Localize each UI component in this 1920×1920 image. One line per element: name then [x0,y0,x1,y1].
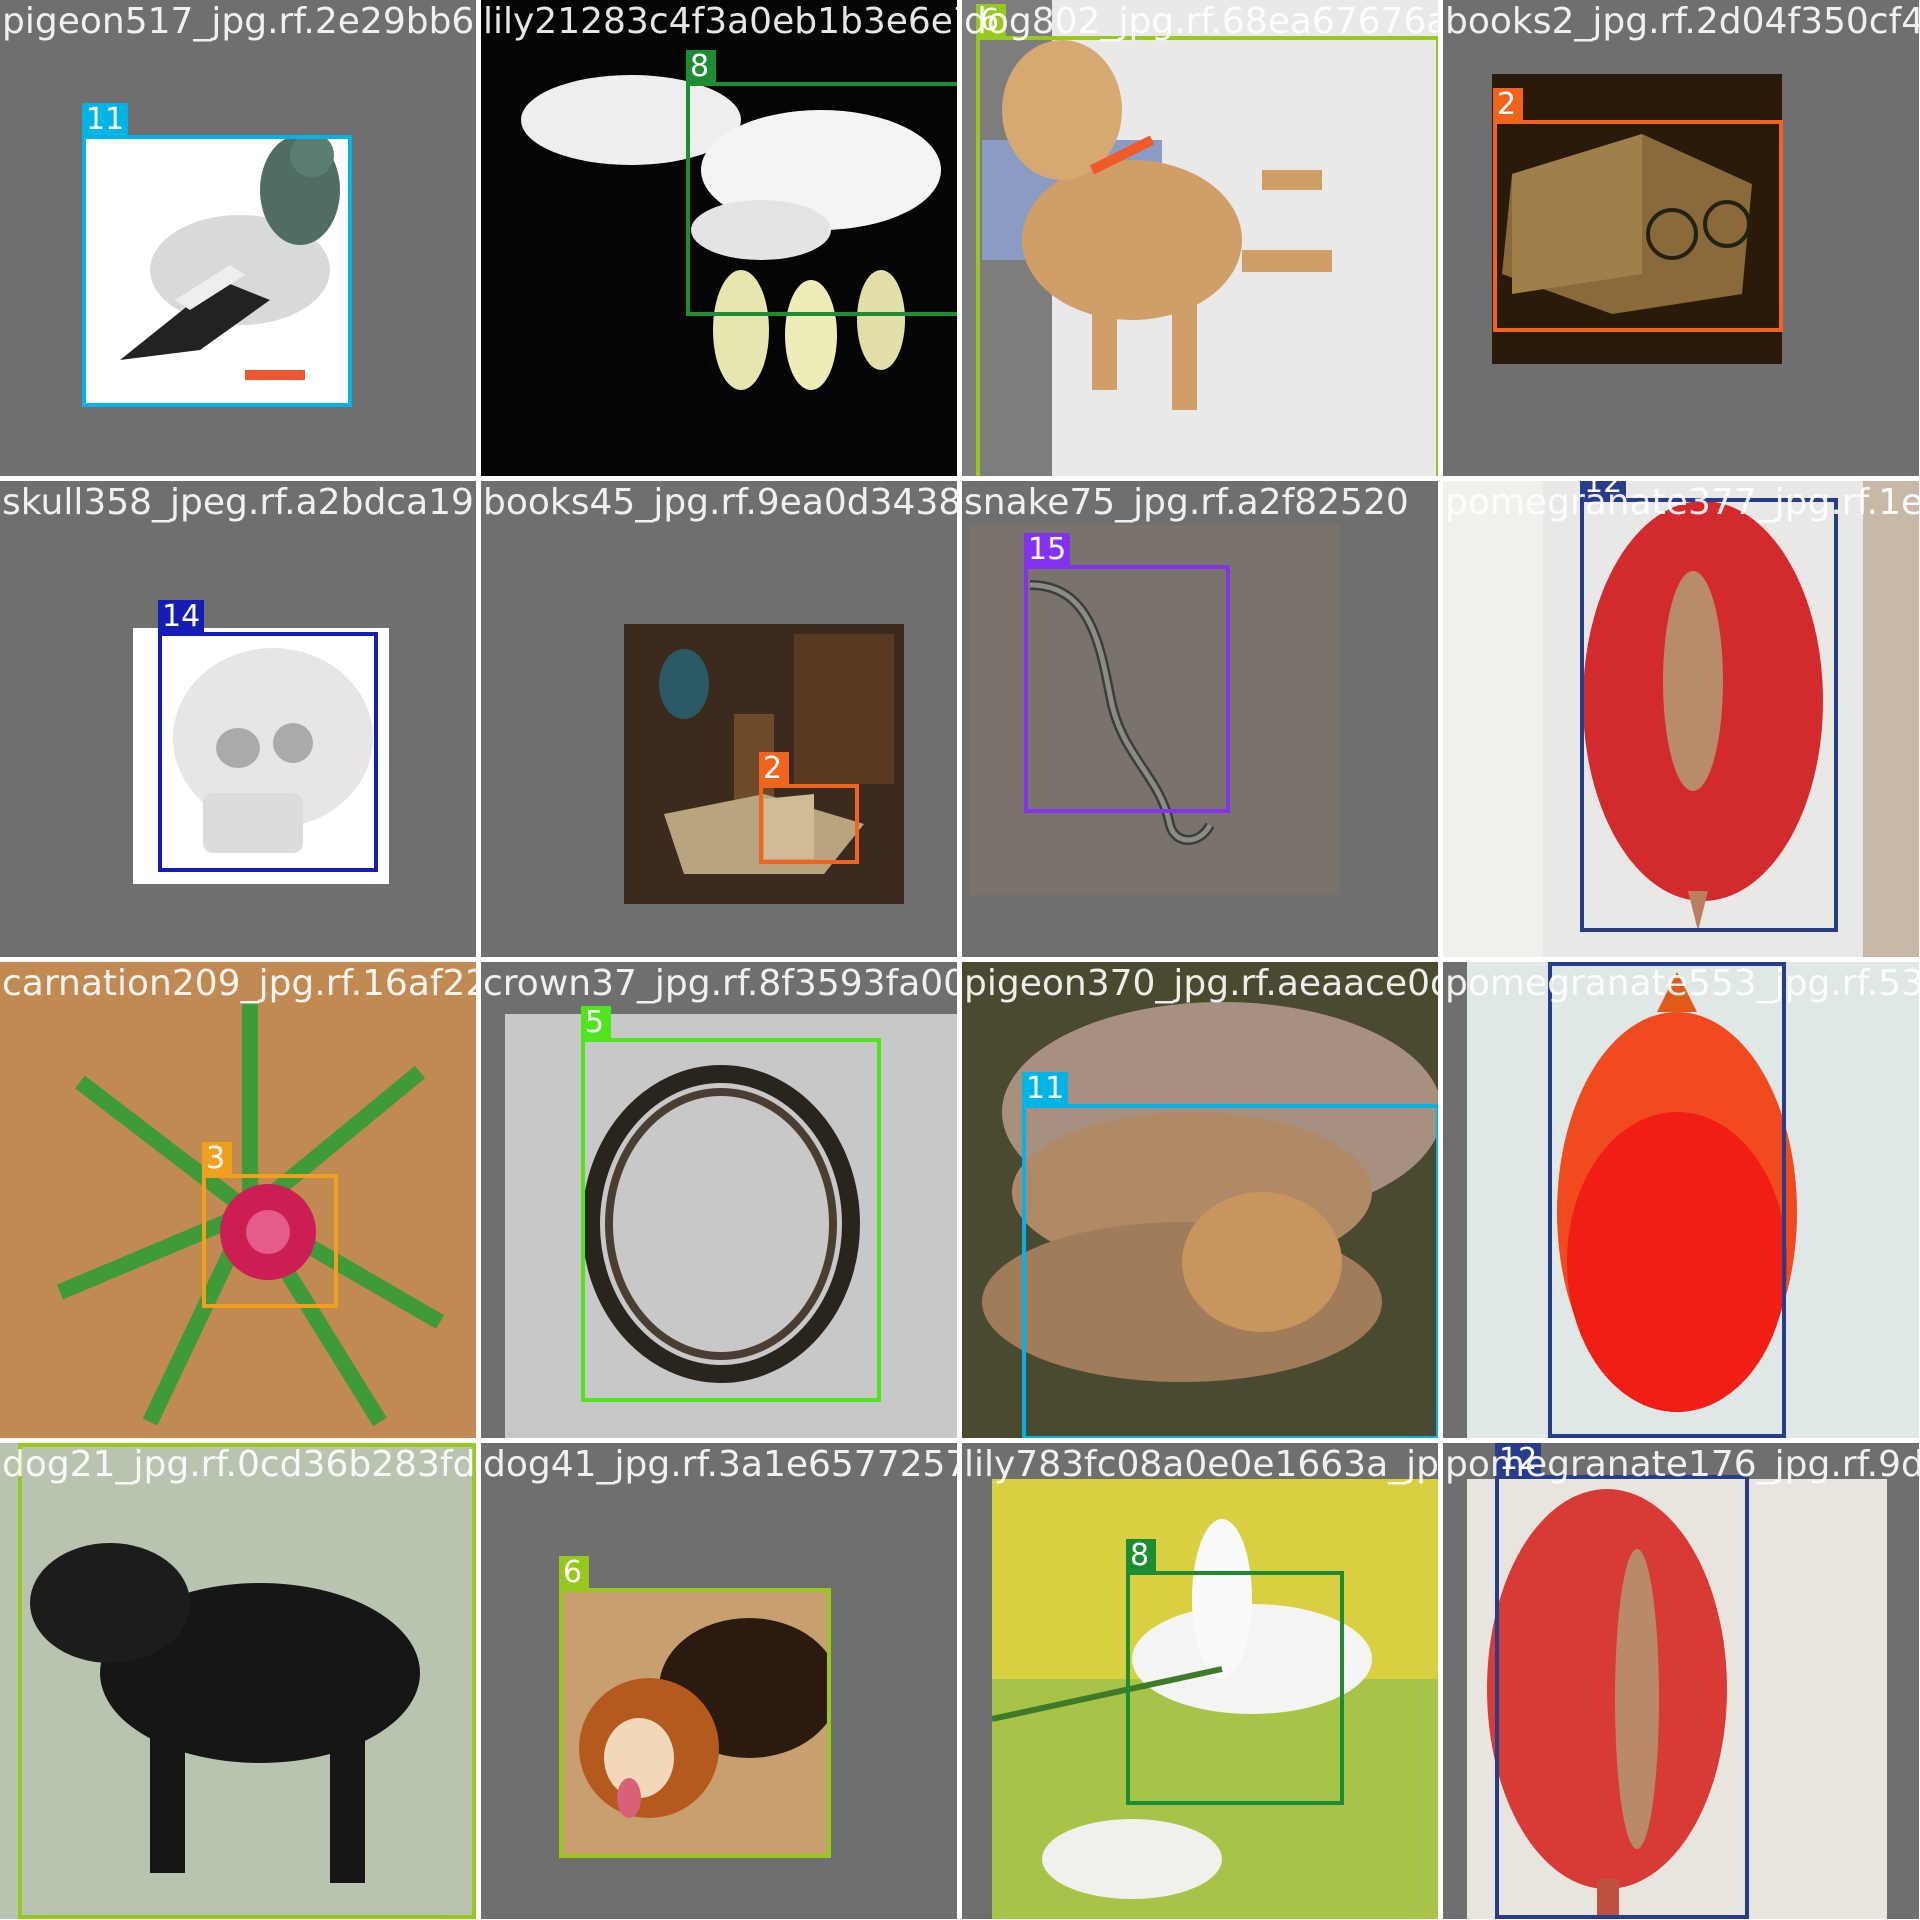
bbox-12: 12 [1548,962,1786,1438]
bbox-14: 14 [158,600,378,872]
class-label: 15 [1024,533,1071,567]
tile-5[interactable]: 14 skull358_jpeg.rf.a2bdca1954b0b9453725… [0,481,476,957]
filename: pigeon517_jpg.rf.2e29bb622a7703f9947ae90… [2,1,476,42]
bbox-11: 11 [1022,1072,1438,1438]
class-label: 2 [759,752,789,786]
class-label: 11 [1022,1072,1069,1106]
bbox-8: 8 [1126,1539,1344,1805]
filename: pomegranate377_jpg.rf.1e5 [1445,482,1919,523]
tile-2[interactable]: 8 lily21283c4f3a0eb1b3e6e7a6ffd5347 7e [481,0,957,476]
tile-7[interactable]: 15 snake75_jpg.rf.a2f82520 [962,481,1438,957]
bbox-8: 8 [686,50,957,316]
filename: books2_jpg.rf.2d04f350cf460d [1445,1,1919,42]
tile-12[interactable]: 12 pomegranate553_jpg.rf.539c [1443,962,1919,1438]
filename: dog21_jpg.rf.0cd36b283fd7153 [2,1444,476,1485]
filename: snake75_jpg.rf.a2f82520 [964,482,1409,523]
bbox-3: 3 [202,1142,338,1308]
tile-16[interactable]: 12 pomegranate176_jpg.rf.9d04 [1443,1443,1919,1919]
filename: dog802_jpg.rf.68ea67676affd53497fe42ea39 [964,1,1438,42]
tile-14[interactable]: 6 dog41_jpg.rf.3a1e65772574466d783fc082a… [481,1443,957,1919]
bbox-5: 5 [581,1006,881,1402]
filename: carnation209_jpg.rf.16af2237da54bb1a8f35… [2,963,476,1004]
tile-10[interactable]: 5 crown37_jpg.rf.8f3593fa00cfe3cb5ebee37… [481,962,957,1438]
filename: skull358_jpeg.rf.a2bdca1954b0b9453725f19… [2,482,476,523]
class-label: 11 [82,103,129,137]
filename: dog41_jpg.rf.3a1e65772574466d783fc082a9e… [483,1444,957,1485]
class-label: 3 [202,1142,232,1176]
tile-4[interactable]: 2 books2_jpg.rf.2d04f350cf460d [1443,0,1919,476]
filename: crown37_jpg.rf.8f3593fa00cfe3cb5ebee3772… [483,963,957,1004]
tile-3[interactable]: 6 dog802_jpg.rf.68ea67676affd53497fe42ea… [962,0,1438,476]
bbox-2: 2 [759,752,859,864]
class-label: 2 [1493,88,1523,122]
bbox-6: 6 [559,1556,831,1858]
filename: pomegranate553_jpg.rf.539c [1445,963,1919,1004]
filename: pigeon370_jpg.rf.aeaace0d3p66f [964,963,1438,1004]
tile-11[interactable]: 11 pigeon370_jpg.rf.aeaace0d3p66f [962,962,1438,1438]
filename: books45_jpg.rf.9ea0d343804f895ea2f825202… [483,482,957,523]
class-label: 8 [1126,1539,1156,1573]
bbox-2: 2 [1493,88,1783,332]
tile-15[interactable]: 8 lily783fc08a0e0e1663a_jpg.rf [962,1443,1438,1919]
mosaic-grid: 11 pigeon517_jpg.rf.2e29bb622a7703f9947a… [0,0,1920,1920]
class-label: 5 [581,1006,611,1040]
class-label: 6 [559,1556,589,1590]
class-label: 14 [158,600,205,634]
bbox-12: 12 [1495,1443,1749,1919]
bbox-12: 12 [1580,481,1838,932]
filename: lily783fc08a0e0e1663a_jpg.rf [964,1444,1438,1485]
tile-8[interactable]: 12 pomegranate377_jpg.rf.1e5 [1443,481,1919,957]
filename: pomegranate176_jpg.rf.9d04 [1445,1444,1919,1485]
bbox-15: 15 [1024,533,1230,813]
bbox-6: 6 [18,1443,476,1919]
tile-9[interactable]: 3 carnation209_jpg.rf.16af2237da54bb1a8f… [0,962,476,1438]
class-label: 8 [686,50,716,84]
tile-1[interactable]: 11 pigeon517_jpg.rf.2e29bb622a7703f9947a… [0,0,476,476]
bbox-11: 11 [82,103,352,407]
tile-13[interactable]: 6 dog21_jpg.rf.0cd36b283fd7153 [0,1443,476,1919]
bbox-6: 6 [976,4,1438,476]
filename: lily21283c4f3a0eb1b3e6e7a6ffd5347 7e [483,1,957,42]
tile-6[interactable]: 2 books45_jpg.rf.9ea0d343804f895ea2f8252… [481,481,957,957]
